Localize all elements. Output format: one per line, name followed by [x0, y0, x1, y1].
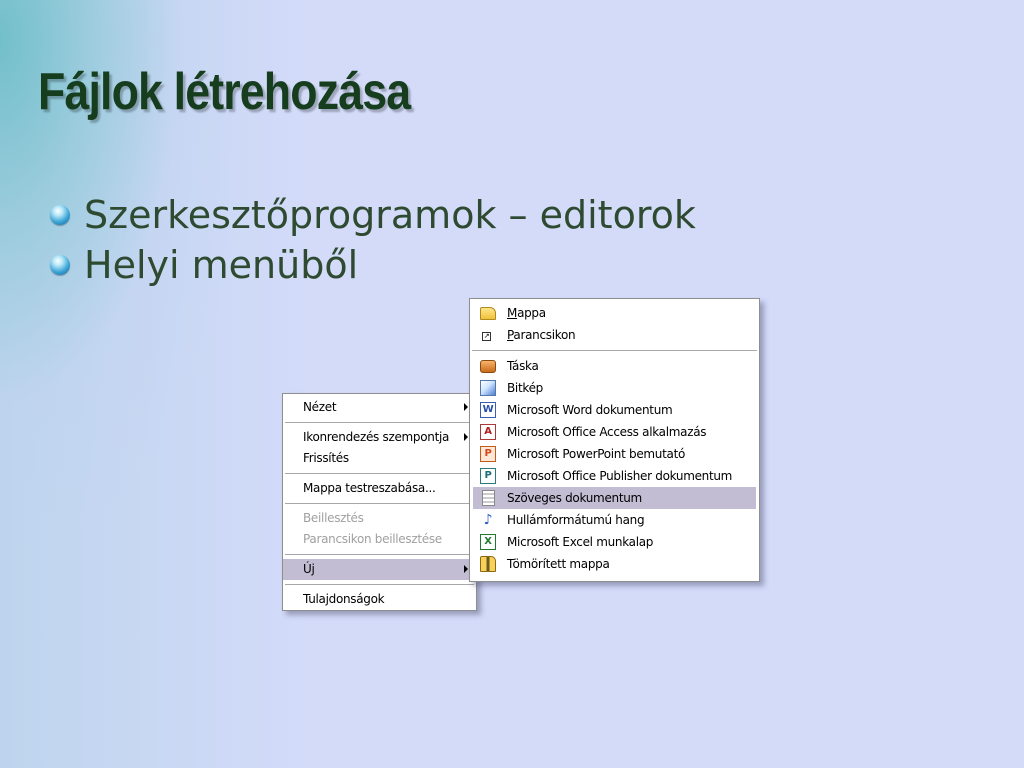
menu-item-label: Microsoft Word dokumentum	[507, 403, 673, 417]
menu-item-label: Microsoft Office Access alkalmazás	[507, 425, 707, 439]
submenu-item-shortcut[interactable]: ↗ Parancsikon	[473, 324, 756, 346]
menu-item-label: Ikonrendezés szempontja	[303, 430, 450, 444]
excel-worksheet-icon: X	[480, 534, 496, 550]
menu-separator	[285, 473, 474, 474]
bitmap-icon	[480, 380, 496, 396]
menu-item-label: Tulajdonságok	[303, 592, 385, 606]
submenu-item-text-document[interactable]: Szöveges dokumentum	[473, 487, 756, 509]
publisher-document-icon: P	[480, 468, 496, 484]
menu-item-new[interactable]: Új	[283, 559, 476, 580]
submenu-arrow-icon	[464, 565, 468, 573]
menu-item-paste: Beillesztés	[283, 508, 476, 529]
new-submenu: Mappa ↗ Parancsikon Táska Bitkép W Micro…	[469, 298, 760, 582]
submenu-item-powerpoint-presentation[interactable]: P Microsoft PowerPoint bemutató	[473, 443, 756, 465]
powerpoint-presentation-icon: P	[480, 446, 496, 462]
submenu-arrow-icon	[464, 433, 468, 441]
menu-item-label: appa	[517, 306, 546, 320]
compressed-folder-icon	[480, 556, 496, 572]
menu-item-label: Beillesztés	[303, 511, 364, 525]
menu-item-label: Hullámformátumú hang	[507, 513, 645, 527]
submenu-item-briefcase[interactable]: Táska	[473, 355, 756, 377]
submenu-item-bitmap[interactable]: Bitkép	[473, 377, 756, 399]
menu-item-label: Szöveges dokumentum	[507, 491, 642, 505]
menu-item-label: Microsoft Office Publisher dokumentum	[507, 469, 733, 483]
bullet-item: Helyi menüből	[50, 240, 696, 290]
slide-title: Fájlok létrehozása	[38, 63, 411, 121]
menu-item-refresh[interactable]: Frissítés	[283, 448, 476, 469]
briefcase-icon	[480, 360, 496, 373]
menu-item-accelerator: M	[507, 306, 518, 320]
bullet-text: Helyi menüből	[84, 243, 359, 287]
submenu-arrow-icon	[464, 403, 468, 411]
menu-separator	[285, 422, 474, 423]
access-application-icon: A	[480, 424, 496, 440]
shortcut-icon: ↗	[482, 332, 491, 341]
menu-item-label: Parancsikon beillesztése	[303, 532, 442, 546]
folder-icon	[480, 307, 496, 320]
menu-separator	[285, 503, 474, 504]
menu-separator	[285, 554, 474, 555]
menu-item-label: Tömörített mappa	[507, 557, 610, 571]
submenu-item-folder[interactable]: Mappa	[473, 302, 756, 324]
bullet-sphere-icon	[50, 255, 70, 275]
bullet-sphere-icon	[50, 205, 70, 225]
menu-separator	[472, 350, 757, 351]
menu-item-label: arancsikon	[513, 328, 576, 342]
submenu-item-excel-worksheet[interactable]: X Microsoft Excel munkalap	[473, 531, 756, 553]
submenu-item-word-document[interactable]: W Microsoft Word dokumentum	[473, 399, 756, 421]
submenu-item-wave-sound[interactable]: ♪ Hullámformátumú hang	[473, 509, 756, 531]
submenu-item-compressed-folder[interactable]: Tömörített mappa	[473, 553, 756, 575]
menu-item-label: Nézet	[303, 400, 337, 414]
text-document-icon	[482, 490, 495, 506]
menu-item-view[interactable]: Nézet	[283, 397, 476, 418]
bullet-text: Szerkesztőprogramok – editorok	[84, 193, 696, 237]
bullet-list: Szerkesztőprogramok – editorok Helyi men…	[50, 190, 696, 290]
menu-item-label: Új	[303, 562, 315, 576]
context-menu: Nézet Ikonrendezés szempontja Frissítés …	[282, 393, 477, 611]
menu-item-label: Bitkép	[507, 381, 543, 395]
menu-item-label: Frissítés	[303, 451, 349, 465]
submenu-item-access-application[interactable]: A Microsoft Office Access alkalmazás	[473, 421, 756, 443]
bullet-item: Szerkesztőprogramok – editorok	[50, 190, 696, 240]
menu-item-label: Microsoft Excel munkalap	[507, 535, 654, 549]
wave-sound-icon: ♪	[483, 512, 493, 528]
menu-separator	[285, 584, 474, 585]
menu-item-arrange-icons[interactable]: Ikonrendezés szempontja	[283, 427, 476, 448]
menu-item-label: Táska	[507, 359, 539, 373]
menu-item-properties[interactable]: Tulajdonságok	[283, 589, 476, 610]
menu-item-label: Mappa testreszabása...	[303, 481, 436, 495]
menu-item-customize-folder[interactable]: Mappa testreszabása...	[283, 478, 476, 499]
word-document-icon: W	[480, 402, 496, 418]
submenu-item-publisher-document[interactable]: P Microsoft Office Publisher dokumentum	[473, 465, 756, 487]
menu-item-paste-shortcut: Parancsikon beillesztése	[283, 529, 476, 550]
menu-item-label: Microsoft PowerPoint bemutató	[507, 447, 686, 461]
